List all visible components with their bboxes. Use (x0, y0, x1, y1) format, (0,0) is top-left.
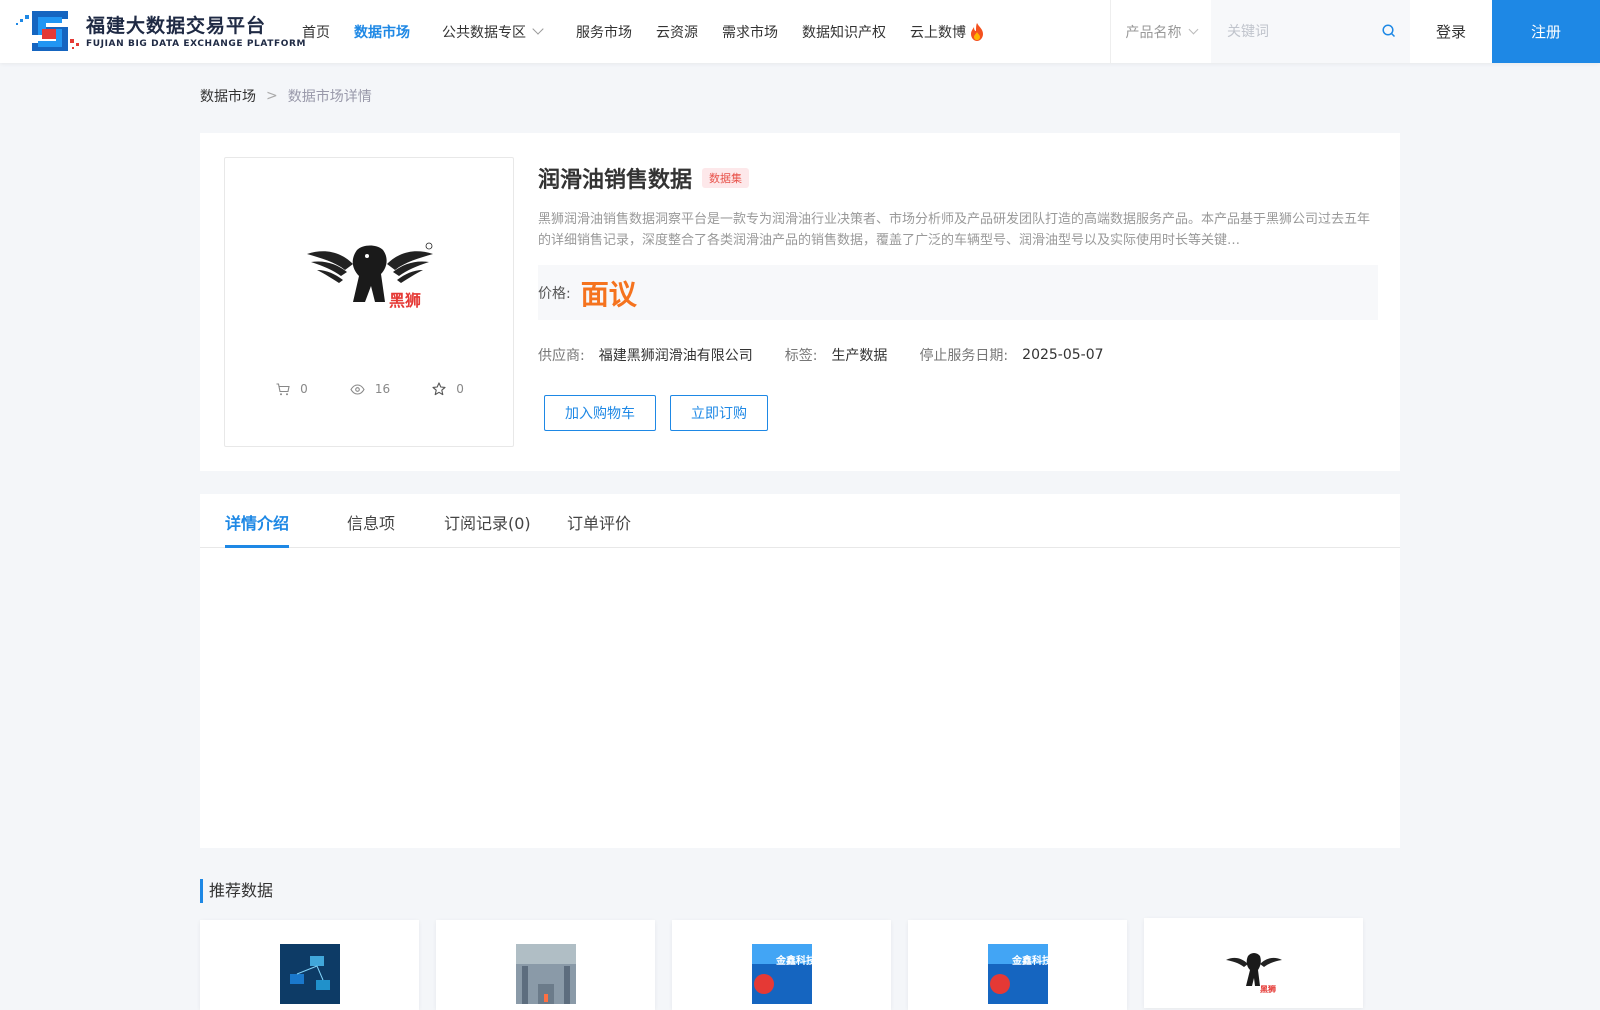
recommend-brand: 金鑫科技 (1011, 954, 1048, 967)
logo-title-cn: 福建大数据交易平台 (86, 15, 267, 37)
search-category-select[interactable]: 产品名称 (1111, 0, 1211, 63)
nav-service-market[interactable]: 服务市场 (576, 22, 632, 42)
main-nav: 首页 数据市场 公共数据专区 服务市场 云资源 需求市场 数据知识产权 云上数博 (290, 0, 997, 63)
recommend-card-4[interactable]: 金鑫科技 (908, 920, 1127, 1010)
nav-data-market[interactable]: 数据市场 (354, 22, 410, 42)
recommend-thumbnail: 金鑫科技 (988, 944, 1048, 1004)
breadcrumb: 数据市场 > 数据市场详情 (200, 86, 372, 106)
nav-cloud-resource[interactable]: 云资源 (656, 22, 698, 42)
tab-info-items[interactable]: 信息项 (347, 510, 395, 534)
black-lion-logo: 黑狮 (307, 242, 433, 310)
cart-icon (276, 382, 290, 395)
stat-favorites[interactable]: 0 (432, 382, 464, 396)
stop-date-label: 停止服务日期: (919, 348, 1009, 364)
top-header: 福建大数据交易平台 FUJIAN BIG DATA EXCHANGE PLATF… (0, 0, 1600, 63)
recommend-card-2[interactable] (436, 920, 655, 1010)
breadcrumb-data-market[interactable]: 数据市场 (200, 86, 256, 106)
recommend-thumbnail (516, 944, 576, 1004)
nav-cloud-expo-label: 云上数博 (910, 24, 966, 41)
type-badge: 数据集 (702, 168, 750, 188)
recommend-thumbnail: 黑狮 (1224, 942, 1284, 1002)
stop-date-value: 2025-05-07 (1022, 347, 1104, 363)
fire-icon (971, 22, 983, 41)
tab-order-reviews[interactable]: 订单评价 (567, 510, 631, 534)
breadcrumb-separator: > (266, 88, 278, 104)
search-bar: 产品名称 (1110, 0, 1411, 63)
add-to-cart-button[interactable]: 加入购物车 (544, 395, 656, 431)
detail-tabs-card: 详情介绍 信息项 订阅记录(0) 订单评价 (200, 494, 1400, 848)
star-icon (432, 382, 446, 396)
view-count: 16 (374, 382, 391, 396)
nav-public-data[interactable]: 公共数据专区 (442, 22, 544, 42)
subscribe-now-button[interactable]: 立即订购 (670, 395, 768, 431)
recommend-brand: 黑狮 (1260, 984, 1276, 994)
recommend-card-3[interactable]: 金鑫科技 (672, 920, 891, 1010)
price-value: 面议 (580, 277, 637, 311)
tab-bar: 详情介绍 信息项 订阅记录(0) 订单评价 (200, 494, 1400, 548)
supplier-value: 福建黑狮润滑油有限公司 (598, 348, 753, 364)
product-detail-card: 黑狮 0 16 0 润滑油销售数据 数据集 黑狮润滑油销售数据洞察平台是一款专为… (200, 133, 1400, 471)
search-icon[interactable] (1381, 23, 1397, 39)
login-button[interactable]: 登录 (1410, 0, 1492, 63)
recommend-section-title: 推荐数据 (200, 879, 273, 903)
nav-demand-market[interactable]: 需求市场 (722, 22, 778, 42)
favorite-count: 0 (456, 382, 464, 396)
stat-cart: 0 (276, 382, 308, 396)
title-row: 润滑油销售数据 数据集 (538, 157, 1378, 199)
price-label: 价格: (538, 285, 571, 302)
nav-cloud-expo[interactable]: 云上数博 (910, 22, 985, 42)
product-image-box: 黑狮 0 16 0 (224, 157, 514, 447)
chevron-down-icon (532, 23, 544, 35)
site-logo[interactable]: 福建大数据交易平台 FUJIAN BIG DATA EXCHANGE PLATF… (16, 9, 305, 55)
breadcrumb-current: 数据市场详情 (287, 89, 372, 105)
action-buttons: 加入购物车 立即订购 (538, 395, 1378, 431)
brand-text: 黑狮 (389, 291, 421, 310)
register-button[interactable]: 注册 (1492, 0, 1600, 63)
tag-value: 生产数据 (831, 348, 888, 364)
stat-views: 16 (350, 382, 390, 396)
product-description: 黑狮润滑油销售数据洞察平台是一款专为润滑油行业决策者、市场分析师及产品研发团队打… (538, 212, 1371, 248)
recommend-brand: 金鑫科技 (775, 954, 812, 967)
price-row: 价格: 面议 (538, 265, 1378, 320)
logo-title-en: FUJIAN BIG DATA EXCHANGE PLATFORM (86, 39, 307, 49)
active-tab-indicator (225, 545, 289, 548)
product-title: 润滑油销售数据 (538, 168, 693, 193)
tab-details[interactable]: 详情介绍 (225, 510, 289, 534)
product-stats: 0 16 0 (225, 382, 515, 396)
eye-icon (350, 383, 365, 395)
nav-data-ip[interactable]: 数据知识产权 (802, 22, 886, 42)
tab-subscription-records[interactable]: 订阅记录(0) (444, 510, 531, 534)
search-category-label: 产品名称 (1125, 24, 1182, 41)
recommend-card-1[interactable] (200, 920, 419, 1010)
recommend-thumbnail: 金鑫科技 (752, 944, 812, 1004)
logo-mark-icon (16, 11, 79, 51)
meta-row: 供应商: 福建黑狮润滑油有限公司 标签: 生产数据 停止服务日期: 2025-0… (538, 345, 1378, 365)
nav-public-data-label: 公共数据专区 (442, 24, 526, 41)
tag-label: 标签: (784, 348, 818, 364)
nav-home[interactable]: 首页 (302, 22, 330, 42)
cart-count: 0 (300, 382, 308, 396)
chevron-down-icon (1188, 24, 1198, 35)
product-info: 润滑油销售数据 数据集 黑狮润滑油销售数据洞察平台是一款专为润滑油行业决策者、市… (538, 157, 1378, 431)
recommend-thumbnail (280, 944, 340, 1004)
supplier-label: 供应商: (538, 348, 585, 364)
recommend-card-5[interactable]: 黑狮 (1144, 918, 1363, 1008)
